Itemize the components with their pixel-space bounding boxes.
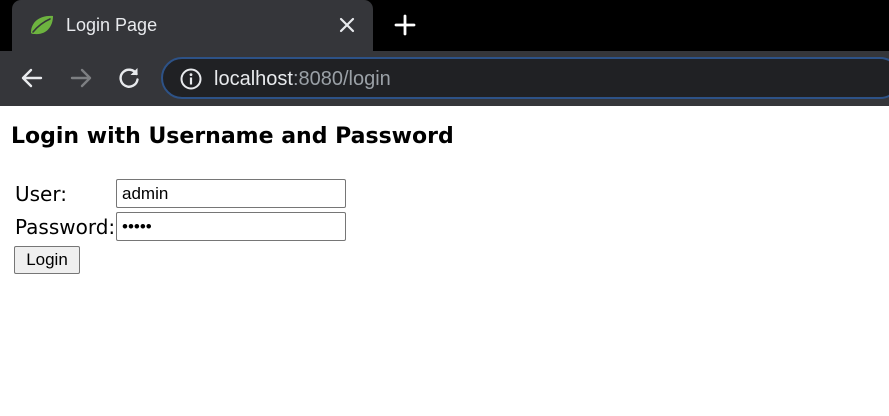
reload-icon[interactable] (116, 65, 142, 91)
tab-strip: Login Page (0, 0, 889, 51)
url-host: localhost (214, 68, 293, 90)
username-field[interactable] (116, 179, 346, 208)
password-field[interactable] (116, 212, 346, 241)
forward-arrow-icon[interactable] (68, 65, 94, 91)
address-bar[interactable]: localhost:8080/login (161, 57, 889, 99)
url-text[interactable]: localhost:8080/login (214, 67, 391, 91)
url-path: :8080/login (292, 68, 391, 90)
browser-tab[interactable]: Login Page (12, 0, 373, 51)
login-button[interactable]: Login (14, 246, 80, 274)
tab-title: Login Page (66, 15, 158, 35)
password-label: Password: (15, 215, 116, 239)
user-label: User: (15, 182, 67, 206)
plus-icon[interactable] (393, 13, 417, 37)
spring-leaf-icon (31, 15, 53, 35)
back-arrow-icon[interactable] (19, 65, 45, 91)
page-title: Login with Username and Password (11, 124, 454, 149)
page-content: Login with Username and Password User: P… (0, 106, 889, 416)
info-icon[interactable] (179, 67, 203, 91)
browser-toolbar: localhost:8080/login (0, 51, 889, 106)
close-icon[interactable] (337, 15, 357, 35)
